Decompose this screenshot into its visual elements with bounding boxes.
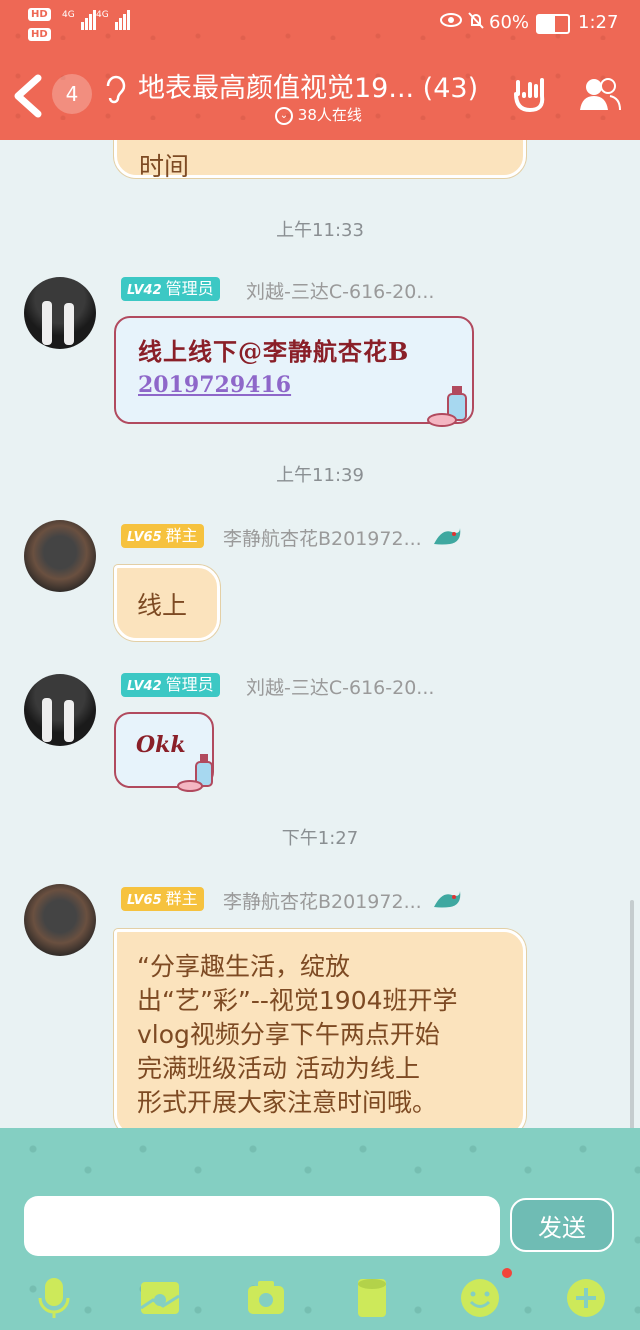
sender-name[interactable]: 李静航杏花B201972...: [223, 524, 422, 551]
online-count-label: 38人在线: [297, 106, 362, 124]
avatar[interactable]: [24, 884, 96, 956]
timestamp: 下午1:27: [281, 828, 359, 849]
signal-1: 4G: [62, 10, 97, 30]
group-title[interactable]: 地表最高颜值视觉19... (43): [138, 66, 478, 105]
image-icon[interactable]: [138, 1276, 182, 1320]
message-bubble[interactable]: “分享趣生活，绽放 出“艺”彩”--视觉1904班开学 vlog视频分享下午两点…: [114, 929, 526, 1128]
message-text: “分享趣生活，绽放 出“艺”彩”--视觉1904班开学 vlog视频分享下午两点…: [137, 950, 458, 1120]
dragon-icon: [434, 528, 461, 545]
owner-badge: LV65 群主: [121, 524, 204, 548]
message-text: 线上线下@李静航杏花B: [138, 337, 410, 366]
soap-bottle-icon: [177, 754, 213, 792]
level-label: LV65: [127, 530, 162, 545]
unread-count-badge[interactable]: 4: [52, 74, 92, 114]
soap-bottle-icon: [427, 386, 467, 427]
network-label-2: 4G: [96, 10, 109, 20]
role-label: 群主: [165, 526, 198, 545]
dragon-icon: [434, 891, 461, 908]
sender-name[interactable]: 刘越-三达C-616-20...: [246, 673, 434, 700]
network-label-1: 4G: [62, 10, 75, 20]
message-line: 完满班级活动 活动为线上: [137, 1054, 420, 1083]
role-label: 群主: [165, 889, 198, 908]
send-button[interactable]: 发送: [510, 1198, 614, 1252]
message-link[interactable]: 2019729416: [138, 372, 291, 398]
message-text: 线上: [137, 591, 188, 620]
admin-badge: LV42 管理员: [121, 673, 220, 697]
message-line: 出“艺”彩”--视觉1904班开学: [137, 986, 458, 1015]
message-bubble-partial[interactable]: 时间: [114, 140, 526, 181]
emoji-icon[interactable]: [458, 1276, 502, 1320]
scrollbar[interactable]: [630, 900, 634, 1128]
level-label: LV42: [127, 283, 162, 298]
top-bar: HD HD 4G 4G 60% 1:27 4 地表最高颜值视觉19... (43…: [0, 0, 640, 140]
message-bubble-art[interactable]: 线上线下@李静航杏花B 2019729416: [114, 316, 474, 427]
role-label: 管理员: [165, 675, 214, 694]
battery-icon: [536, 14, 570, 34]
rock-hand-icon[interactable]: [510, 74, 550, 114]
message-text: 时间: [139, 152, 190, 181]
timestamp: 上午11:39: [276, 465, 364, 486]
chat-area[interactable]: 时间 上午11:33 LV42 管理员 刘越-三达C-616-20... 线上线下…: [0, 140, 640, 1128]
signal-2: 4G: [96, 10, 131, 30]
microphone-icon[interactable]: [32, 1276, 76, 1320]
level-label: LV42: [127, 679, 162, 694]
message-line: “分享趣生活，绽放: [137, 952, 350, 981]
notification-dot: [502, 1268, 512, 1278]
role-label: 管理员: [165, 279, 214, 298]
message-line: 形式开展大家注意时间哦。: [137, 1088, 438, 1117]
ear-icon[interactable]: [104, 74, 126, 104]
avatar[interactable]: [24, 277, 96, 349]
hd-label-1: HD: [28, 8, 51, 21]
mute-icon: [468, 12, 484, 29]
message-bubble-art[interactable]: Okk: [114, 712, 214, 792]
avatar[interactable]: [24, 520, 96, 592]
message-input[interactable]: [24, 1196, 500, 1256]
group-members-icon[interactable]: [578, 76, 622, 112]
hd-label-2: HD: [28, 28, 51, 41]
file-icon[interactable]: [350, 1276, 394, 1320]
eye-icon: [440, 13, 462, 27]
plus-icon[interactable]: [564, 1276, 608, 1320]
camera-icon[interactable]: [244, 1276, 288, 1320]
sender-name[interactable]: 刘越-三达C-616-20...: [246, 277, 434, 304]
back-icon[interactable]: [8, 72, 48, 120]
battery-percent: 60%: [489, 12, 530, 33]
chevron-down-icon: ⌄: [275, 106, 293, 125]
sender-name[interactable]: 李静航杏花B201972...: [223, 887, 422, 914]
input-panel: 发送: [0, 1128, 640, 1330]
timestamp: 上午11:33: [276, 220, 364, 241]
clock: 1:27: [578, 12, 619, 33]
online-count[interactable]: ⌄ 38人在线: [275, 104, 362, 125]
message-bubble[interactable]: 线上: [114, 565, 220, 641]
admin-badge: LV42 管理员: [121, 277, 220, 301]
avatar[interactable]: [24, 674, 96, 746]
owner-badge: LV65 群主: [121, 887, 204, 911]
level-label: LV65: [127, 893, 162, 908]
message-line: vlog视频分享下午两点开始: [137, 1020, 440, 1049]
